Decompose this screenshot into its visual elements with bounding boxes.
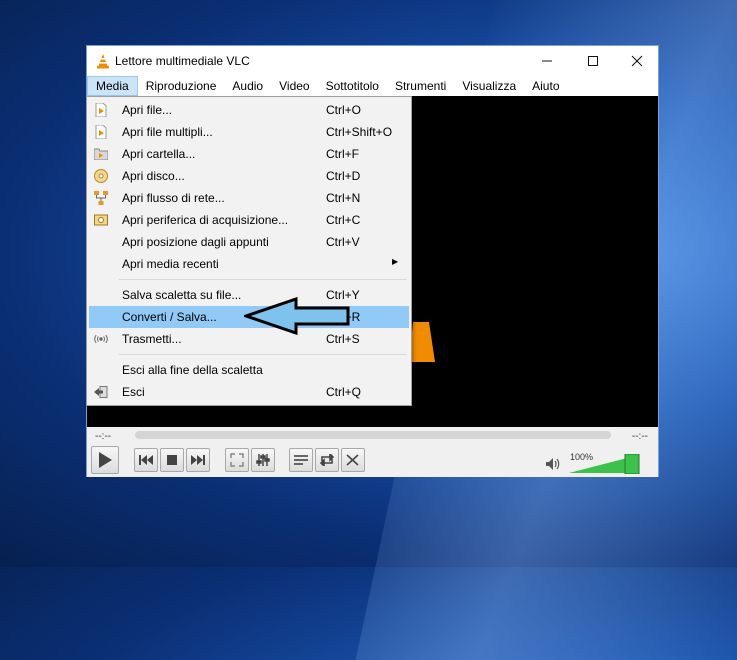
skip-next-icon — [191, 455, 205, 465]
volume-slider[interactable] — [569, 454, 641, 474]
close-button[interactable] — [614, 46, 660, 76]
fullscreen-button[interactable] — [225, 448, 249, 472]
stop-button[interactable] — [160, 448, 184, 472]
previous-button[interactable] — [134, 448, 158, 472]
equalizer-icon — [256, 454, 270, 466]
files-icon — [94, 125, 108, 139]
menu-audio[interactable]: Audio — [224, 76, 271, 96]
remaining-time: --:-- — [631, 431, 648, 442]
playlist-button[interactable] — [289, 448, 313, 472]
loop-icon — [320, 454, 334, 466]
play-icon — [99, 452, 112, 468]
player-controls: --:-- --:-- 100% — [87, 427, 658, 477]
seek-bar[interactable] — [135, 431, 611, 439]
menu-item-esci-fine-scaletta[interactable]: Esci alla fine della scaletta — [89, 359, 409, 381]
menu-aiuto[interactable]: Aiuto — [524, 76, 567, 96]
menu-video[interactable]: Video — [271, 76, 317, 96]
next-button[interactable] — [186, 448, 210, 472]
fullscreen-icon — [230, 453, 244, 467]
submenu-arrow-icon: ▶ — [392, 257, 399, 266]
title-bar[interactable]: Lettore multimediale VLC — [87, 46, 658, 76]
disc-icon — [94, 169, 108, 183]
stop-icon — [167, 455, 177, 465]
shuffle-button[interactable] — [341, 448, 365, 472]
pointer-arrow-icon — [244, 297, 350, 335]
shuffle-icon — [346, 454, 359, 466]
network-icon — [94, 191, 108, 205]
menu-media[interactable]: Media — [87, 76, 138, 96]
stream-icon — [94, 332, 108, 346]
menu-sottotitolo[interactable]: Sottotitolo — [318, 76, 387, 96]
capture-device-icon — [94, 213, 108, 227]
extended-settings-button[interactable] — [251, 448, 275, 472]
menu-item-apri-media-recenti[interactable]: Apri media recenti ▶ — [89, 253, 409, 275]
menu-separator — [119, 279, 407, 280]
playlist-icon — [294, 455, 308, 465]
file-icon — [94, 103, 108, 117]
maximize-button[interactable] — [570, 46, 616, 76]
maximize-icon — [588, 56, 598, 66]
menu-riproduzione[interactable]: Riproduzione — [138, 76, 225, 96]
menu-item-esci[interactable]: Esci Ctrl+Q — [89, 381, 409, 403]
menu-separator — [119, 354, 407, 355]
elapsed-time: --:-- — [95, 431, 112, 442]
menu-item-apri-file-multipli[interactable]: Apri file multipli... Ctrl+Shift+O — [89, 121, 409, 143]
menu-item-apri-flusso-di-rete[interactable]: Apri flusso di rete... Ctrl+N — [89, 187, 409, 209]
play-button[interactable] — [91, 446, 119, 474]
menu-visualizza[interactable]: Visualizza — [454, 76, 524, 96]
media-menu: Apri file... Ctrl+O Apri file multipli..… — [86, 96, 412, 406]
skip-previous-icon — [139, 455, 153, 465]
loop-button[interactable] — [315, 448, 339, 472]
close-icon — [631, 55, 643, 67]
menu-strumenti[interactable]: Strumenti — [387, 76, 454, 96]
menu-item-apri-disco[interactable]: Apri disco... Ctrl+D — [89, 165, 409, 187]
menu-item-apri-posizione-appunti[interactable]: Apri posizione dagli appunti Ctrl+V — [89, 231, 409, 253]
folder-icon — [94, 147, 108, 161]
menu-item-apri-file[interactable]: Apri file... Ctrl+O — [89, 99, 409, 121]
menu-bar: Media Riproduzione Audio Video Sottotito… — [87, 76, 658, 96]
exit-icon — [94, 385, 108, 399]
minimize-button[interactable] — [524, 46, 570, 76]
minimize-icon — [542, 60, 552, 62]
vlc-cone-icon — [97, 54, 109, 69]
window-title: Lettore multimediale VLC — [115, 54, 250, 68]
menu-item-apri-periferica[interactable]: Apri periferica di acquisizione... Ctrl+… — [89, 209, 409, 231]
menu-item-apri-cartella[interactable]: Apri cartella... Ctrl+F — [89, 143, 409, 165]
speaker-icon[interactable] — [546, 458, 560, 470]
